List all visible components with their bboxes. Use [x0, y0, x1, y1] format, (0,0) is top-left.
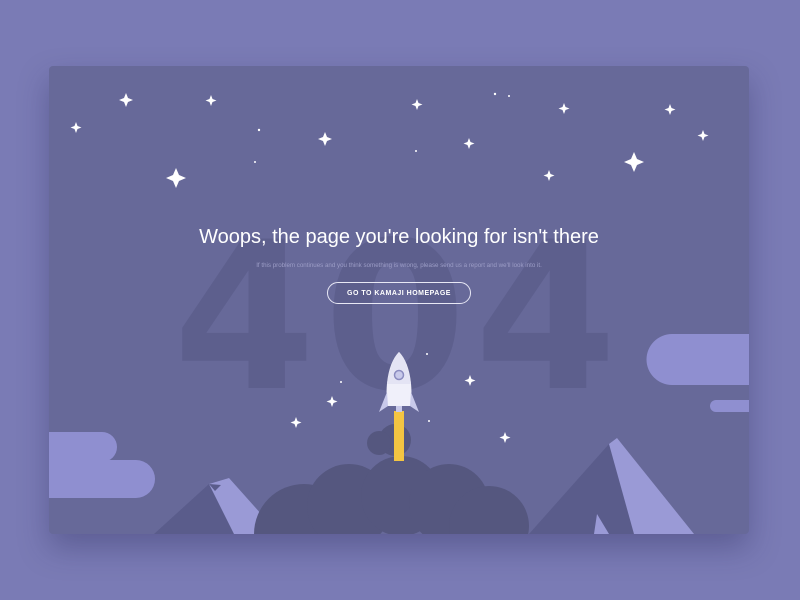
star-dot: [257, 128, 261, 132]
rocket-icon: [379, 352, 419, 412]
rocket-trail: [394, 411, 404, 461]
star-icon: [624, 152, 644, 172]
star-dot: [254, 161, 256, 163]
star-icon: [326, 396, 338, 407]
star-icon: [166, 168, 186, 188]
help-text: If this problem continues and you think …: [256, 262, 542, 269]
star-icon: [464, 375, 476, 386]
star-icon: [290, 417, 302, 428]
star-icon: [205, 95, 217, 106]
star-icon: [411, 99, 423, 110]
star-icon: [463, 138, 475, 149]
star-dot: [426, 353, 428, 355]
star-dot: [340, 381, 342, 383]
page-title: Woops, the page you're looking for isn't…: [199, 226, 599, 248]
star-dot: [493, 92, 497, 96]
star-icon: [664, 104, 676, 115]
star-dot: [415, 150, 417, 152]
star-icon: [697, 130, 709, 141]
star-icon: [558, 103, 570, 114]
launch-smoke: [254, 424, 529, 534]
error-card: 404 Woops, the page you're looking for i…: [49, 66, 749, 534]
clouds-right: [646, 334, 749, 412]
clouds-left: [49, 432, 155, 498]
homepage-button[interactable]: GO TO KAMAJI HOMEPAGE: [327, 282, 471, 304]
star-dot: [428, 420, 430, 422]
star-icon: [499, 432, 511, 443]
star-icon: [543, 170, 555, 181]
mountain-right: [529, 438, 694, 534]
star-icon: [119, 93, 133, 107]
star-icon: [70, 122, 82, 133]
star-icon: [318, 132, 332, 146]
star-dot: [508, 95, 510, 97]
